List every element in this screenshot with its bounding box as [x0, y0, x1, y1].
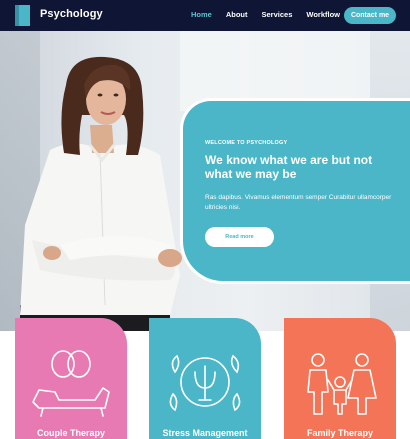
book-icon[interactable] — [15, 5, 30, 26]
read-more-button[interactable]: Read more — [205, 227, 274, 247]
hero-body: Ras dapibus. Vivamus elementum semper Cu… — [205, 194, 392, 211]
service-label: Stress Management — [162, 428, 248, 438]
nav-link-about[interactable]: About — [226, 10, 248, 19]
nav-links: Home About Services Workflow — [177, 10, 340, 19]
top-navbar: Psychology Home About Services Workflow … — [0, 0, 410, 31]
service-label: Couple Therapy — [36, 428, 105, 438]
couple-therapy-icon — [32, 350, 110, 417]
service-card-family-therapy[interactable]: Family Therapy — [284, 318, 396, 439]
service-card-stress-management[interactable]: Stress Management — [149, 318, 261, 439]
hero-card: WELCOME TO PSYCHOLOGY We know what we ar… — [183, 101, 410, 281]
service-card-couple-therapy[interactable]: Couple Therapy — [15, 318, 127, 439]
hero-eyebrow: WELCOME TO PSYCHOLOGY — [205, 140, 288, 146]
hero-title: We know what we are but not what we may … — [205, 153, 373, 181]
nav-link-workflow[interactable]: Workflow — [306, 10, 340, 19]
psi-icon — [169, 354, 241, 412]
contact-me-button[interactable]: Contact me — [344, 7, 396, 24]
nav-link-home[interactable]: Home — [191, 10, 212, 19]
nav-link-services[interactable]: Services — [262, 10, 293, 19]
brand-name[interactable]: Psychology — [40, 8, 103, 20]
family-icon — [307, 353, 377, 415]
service-label: Family Therapy — [306, 428, 374, 438]
